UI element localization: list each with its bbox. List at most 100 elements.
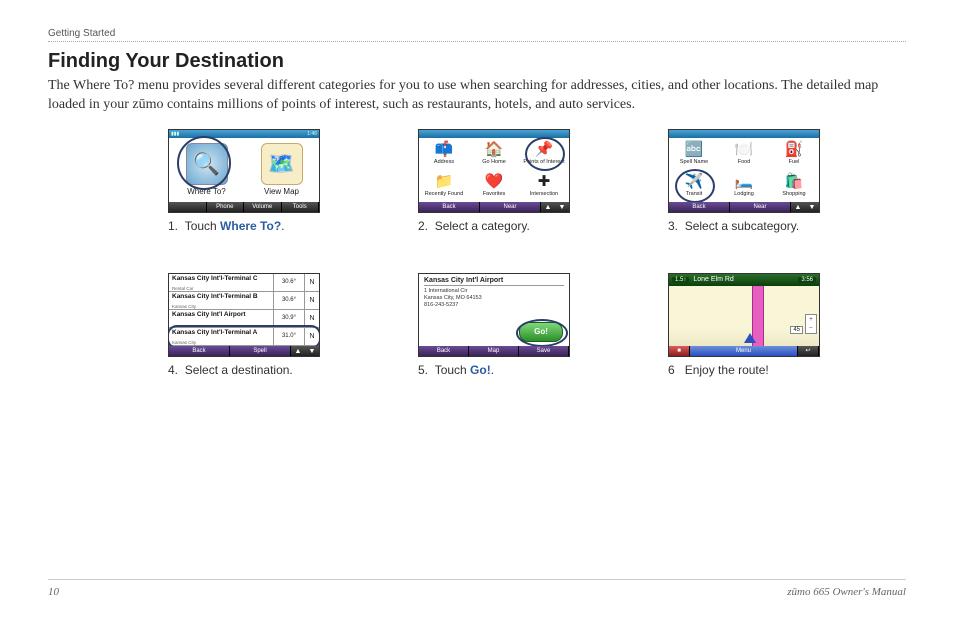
cat-intersection[interactable]: ✚Intersection [519,170,569,202]
caption-4: 4. Select a destination. [168,363,348,377]
caption-5: 5. Touch Go!. [418,363,598,377]
highlight-circle [525,137,565,171]
list-item[interactable]: Kansas City Int'l-Terminal BKansas City3… [169,292,319,310]
manual-title: zūmo 665 Owner's Manual [787,586,906,598]
cat-spell[interactable]: 🔤Spell Name [669,138,719,170]
back-button[interactable]: Back [169,346,230,356]
menu-button[interactable]: Menu [690,346,798,356]
poi-title: Kansas City Int'l Airport [424,277,564,286]
poi-address: 1 International Cir Kansas City, MO 6415… [424,288,564,309]
step-6: 1.5↑ Lone Elm Rd 3:56 45 +− ■ Menu ↩ 6 [668,273,848,377]
bottom-toolbar: Back Map Save [419,346,569,356]
map-view[interactable]: 45 +− [669,286,819,346]
down-arrow[interactable]: ▼ [305,346,319,356]
map-button[interactable]: Map [469,346,519,356]
cat-favorites[interactable]: ❤️Favorites [469,170,519,202]
bottom-toolbar: Back Near ▲ ▼ [419,202,569,212]
status-bar: ▮▮▮ 1:46 [169,130,319,138]
page-number: 10 [48,586,59,598]
step-3: 🔤Spell Name 🍽️Food ⛽Fuel ✈️Transit 🛏️Lod… [668,129,848,233]
highlight-circle [177,136,231,190]
step-1: ▮▮▮ 1:46 🔍 Where To? 🗺️ View Map [168,129,348,233]
bottom-toolbar: ■ Menu ↩ [669,346,819,356]
bottom-toolbar: Back Near ▲ ▼ [669,202,819,212]
status-bar [669,130,819,138]
view-map-button[interactable]: 🗺️ View Map [244,138,319,202]
food-icon: 🍽️ [735,143,754,158]
toolbar-btn[interactable]: Tools [282,202,320,212]
home-icon: 🏠 [485,143,504,158]
screenshot-4: Kansas City Int'l-Terminal CRental Car30… [168,273,320,357]
down-arrow[interactable]: ▼ [805,202,819,212]
back-button[interactable]: Back [669,202,730,212]
cat-fuel[interactable]: ⛽Fuel [769,138,819,170]
bottom-toolbar: Phone Volume Tools [169,202,319,212]
save-button[interactable]: Save [519,346,569,356]
speed-indicator: 45 [790,326,803,334]
signal-icon: ▮▮▮ [171,131,179,137]
caption-2: 2. Select a category. [418,219,598,233]
detour-button[interactable]: ↩ [798,346,819,356]
caption-1: 1. Touch Where To?. [168,219,348,233]
zoom-control[interactable]: +− [805,314,817,334]
map-icon: 🗺️ [261,143,303,185]
view-map-label: View Map [264,187,299,196]
intro-paragraph: The Where To? menu provides several diff… [48,77,906,115]
up-arrow[interactable]: ▲ [541,202,555,212]
screenshot-5: Kansas City Int'l Airport 1 Internationa… [418,273,570,357]
screenshot-2: 📫Address 🏠Go Home 📌Points of Interest 📁R… [418,129,570,213]
cat-lodging[interactable]: 🛏️Lodging [719,170,769,202]
subcategory-grid: 🔤Spell Name 🍽️Food ⛽Fuel ✈️Transit 🛏️Lod… [669,138,819,202]
back-button[interactable]: Back [419,202,480,212]
toolbar-btn[interactable]: Phone [207,202,245,212]
screenshot-6: 1.5↑ Lone Elm Rd 3:56 45 +− ■ Menu ↩ [668,273,820,357]
page-footer: 10 zūmo 665 Owner's Manual [48,579,906,598]
stop-button[interactable]: ■ [669,346,690,356]
near-button[interactable]: Near [730,202,791,212]
section-header: Getting Started [48,28,906,42]
category-grid: 📫Address 🏠Go Home 📌Points of Interest 📁R… [419,138,569,202]
next-turn-distance: 1.5↑ [672,277,689,283]
near-button[interactable]: Near [480,202,541,212]
caption-6: 6 Enjoy the route! [668,363,848,377]
eta: 3:56 [798,277,816,283]
cross-icon: ✚ [538,175,551,190]
caption-3: 3. Select a subcategory. [668,219,848,233]
heart-icon: ❤️ [485,175,504,190]
cat-address[interactable]: 📫Address [419,138,469,170]
vehicle-icon [744,333,756,343]
steps-grid: ▮▮▮ 1:46 🔍 Where To? 🗺️ View Map [48,129,906,377]
result-list: Kansas City Int'l-Terminal CRental Car30… [169,274,319,346]
up-arrow[interactable]: ▲ [791,202,805,212]
route-banner: 1.5↑ Lone Elm Rd 3:56 [669,274,819,286]
step-2: 📫Address 🏠Go Home 📌Points of Interest 📁R… [418,129,598,233]
where-to-button[interactable]: 🔍 Where To? [169,138,244,202]
clock: 1:46 [307,131,317,137]
cat-poi[interactable]: 📌Points of Interest [519,138,569,170]
keyboard-icon: 🔤 [685,143,704,158]
up-arrow[interactable]: ▲ [291,346,305,356]
cat-food[interactable]: 🍽️Food [719,138,769,170]
highlight-circle [675,169,715,203]
bed-icon: 🛏️ [735,175,754,190]
cat-shopping[interactable]: 🛍️Shopping [769,170,819,202]
mailbox-icon: 📫 [435,143,454,158]
screenshot-1: ▮▮▮ 1:46 🔍 Where To? 🗺️ View Map [168,129,320,213]
cat-recent[interactable]: 📁Recently Found [419,170,469,202]
road-name: Lone Elm Rd [693,276,733,283]
spell-button[interactable]: Spell [230,346,291,356]
cat-go-home[interactable]: 🏠Go Home [469,138,519,170]
toolbar-btn[interactable] [169,202,207,212]
toolbar-btn[interactable]: Volume [244,202,282,212]
highlight-circle [516,319,568,347]
step-5: Kansas City Int'l Airport 1 Internationa… [418,273,598,377]
down-arrow[interactable]: ▼ [555,202,569,212]
list-item[interactable]: Kansas City Int'l-Terminal CRental Car30… [169,274,319,292]
list-item[interactable]: Kansas City Int'l-Terminal AKansas City3… [169,328,319,346]
back-button[interactable]: Back [419,346,469,356]
step-4: Kansas City Int'l-Terminal CRental Car30… [168,273,348,377]
screenshot-3: 🔤Spell Name 🍽️Food ⛽Fuel ✈️Transit 🛏️Lod… [668,129,820,213]
go-button[interactable]: Go! [519,322,563,342]
cat-transit[interactable]: ✈️Transit [669,170,719,202]
bag-icon: 🛍️ [785,175,804,190]
